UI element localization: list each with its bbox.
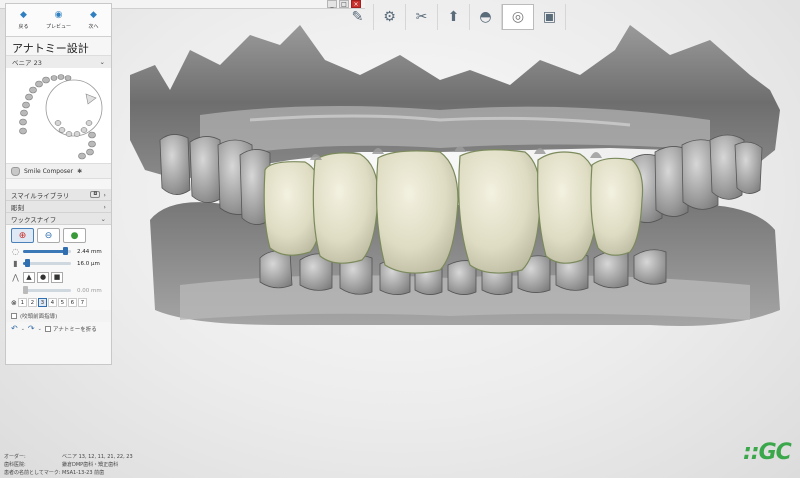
3d-viewport[interactable] — [110, 20, 800, 440]
size-icon: ◌ — [12, 247, 19, 256]
pin-icon[interactable]: ✱ — [77, 168, 82, 175]
section-wax-knife[interactable]: ワックスナイフ ⌄ — [6, 213, 111, 225]
smile-composer-row[interactable]: Smile Composer ✱ — [6, 163, 111, 179]
level-3[interactable]: 3 — [37, 298, 47, 307]
level-selector: ⊗ 1 2 3 4 5 6 7 — [11, 298, 106, 307]
patient-label: 患者の名前としてマーク: — [4, 470, 61, 476]
clinic-value: 鎌倉DMP歯科・矯正歯科 — [62, 462, 119, 468]
next-button[interactable]: ◆ 次へ — [76, 4, 111, 36]
shape-flat-button[interactable]: ▲ — [23, 271, 35, 283]
tooth-selector-label: ベニア 23 — [12, 59, 42, 67]
anatomy-checkbox[interactable] — [44, 325, 51, 332]
strength-row: ▮ 16.0 µm — [11, 258, 106, 269]
chevron-down-icon: ⌄ — [100, 214, 106, 223]
left-panel: ◆ 戻る ◉ プレビュー ◆ 次へ アナトミー設計 ベニア 23 ⌄ Smile… — [5, 3, 112, 365]
chevron-down-icon: ⌄ — [99, 58, 105, 66]
shape-tools: ▲ ● ■ — [23, 271, 63, 283]
chevron-down-icon[interactable]: ⌄ — [38, 326, 42, 332]
level-5[interactable]: 5 — [57, 298, 67, 307]
clinic-label: 歯科医院: — [4, 462, 26, 468]
arrow-right-icon: ◆ — [90, 9, 97, 20]
smile-composer-label: Smile Composer — [24, 167, 74, 175]
back-label: 戻る — [18, 23, 29, 30]
shape-row: ⋀ ▲ ● ■ — [11, 270, 106, 284]
carve-label: 彫刻 — [11, 203, 24, 212]
undo-icon[interactable]: ↶ — [11, 324, 18, 333]
section-carve[interactable]: 彫刻 › — [6, 201, 111, 213]
next-label: 次へ — [88, 23, 99, 30]
wax-knife-label: ワックスナイフ — [11, 215, 57, 224]
undo-row: ↶ ⌄ ↷ ⌄ アナトミーを折る — [6, 322, 111, 335]
section-smile-library[interactable]: スマイルライブラリ ◘ › — [6, 189, 111, 201]
chevron-right-icon: › — [103, 190, 106, 199]
order-label: オーダー: — [4, 454, 26, 460]
individual-check-label: (咬頭前面指導) — [20, 314, 58, 320]
preview-button[interactable]: ◉ プレビュー — [41, 4, 76, 36]
level-6[interactable]: 6 — [67, 298, 77, 307]
size-slider[interactable] — [23, 247, 71, 255]
navigation-bar: ◆ 戻る ◉ プレビュー ◆ 次へ — [6, 4, 111, 37]
anatomy-check-row[interactable]: アナトミーを折る — [44, 325, 97, 333]
dental-model[interactable] — [110, 20, 800, 440]
gc-logo: ::GC — [743, 440, 792, 465]
depth-value: 0.00 mm — [77, 287, 102, 294]
strength-slider[interactable] — [23, 259, 71, 267]
tooth-icon — [11, 166, 20, 176]
patient-value: MSA1-13-23 前歯 — [62, 470, 105, 476]
individual-checkbox[interactable] — [11, 313, 17, 319]
order-info: オーダー: ベニア 13, 12, 11, 21, 22, 23 歯科医院: 鎌… — [4, 453, 152, 476]
smooth-wax-button[interactable]: ● — [63, 228, 86, 243]
size-value: 2.44 mm — [77, 248, 102, 255]
anatomy-check-label: アナトミーを折る — [52, 326, 97, 333]
depth-slider[interactable] — [23, 286, 71, 294]
shape-tooth-button[interactable]: ■ — [51, 271, 63, 283]
redo-icon[interactable]: ↷ — [28, 324, 35, 333]
layers-icon: ⊗ — [11, 298, 17, 307]
chevron-down-icon[interactable]: ⌄ — [21, 326, 25, 332]
panel-spacer — [6, 179, 111, 189]
add-wax-button[interactable]: ⊕ — [11, 228, 34, 243]
knife-mode-group: ⊕ ⊖ ● — [11, 228, 106, 243]
arrow-left-icon: ◆ — [20, 9, 27, 20]
shape-icon: ⋀ — [12, 272, 19, 282]
wax-knife-controls: ⊕ ⊖ ● ◌ 2.44 mm ▮ 16.0 µm ⋀ ▲ ● ■ 0.00 m… — [6, 225, 111, 310]
camera-icon[interactable]: ◘ — [90, 191, 101, 198]
strength-icon: ▮ — [13, 259, 18, 268]
level-7[interactable]: 7 — [77, 298, 87, 307]
remove-wax-button[interactable]: ⊖ — [37, 228, 60, 243]
minus-icon: ⊖ — [44, 230, 53, 241]
individual-check-row[interactable]: (咬頭前面指導) — [6, 310, 111, 322]
shape-round-button[interactable]: ● — [37, 271, 49, 283]
strength-value: 16.0 µm — [77, 260, 100, 267]
depth-row: 0.00 mm — [11, 285, 106, 296]
smile-library-label: スマイルライブラリ — [11, 191, 70, 200]
level-2[interactable]: 2 — [27, 298, 37, 307]
dental-arch-overview[interactable] — [6, 68, 111, 163]
drop-icon: ● — [70, 230, 79, 241]
minimize-button[interactable]: _ — [327, 0, 337, 8]
chevron-right-icon: › — [103, 202, 106, 211]
preview-label: プレビュー — [45, 23, 71, 30]
panel-title: アナトミー設計 — [6, 37, 111, 56]
plus-icon: ⊕ — [18, 230, 27, 241]
eye-icon: ◉ — [54, 9, 63, 20]
level-4[interactable]: 4 — [47, 298, 57, 307]
size-row: ◌ 2.44 mm — [11, 246, 106, 257]
level-1[interactable]: 1 — [17, 298, 27, 307]
order-value: ベニア 13, 12, 11, 21, 22, 23 — [62, 454, 133, 460]
tooth-selector[interactable]: ベニア 23 ⌄ — [6, 56, 111, 68]
back-button[interactable]: ◆ 戻る — [6, 4, 41, 36]
